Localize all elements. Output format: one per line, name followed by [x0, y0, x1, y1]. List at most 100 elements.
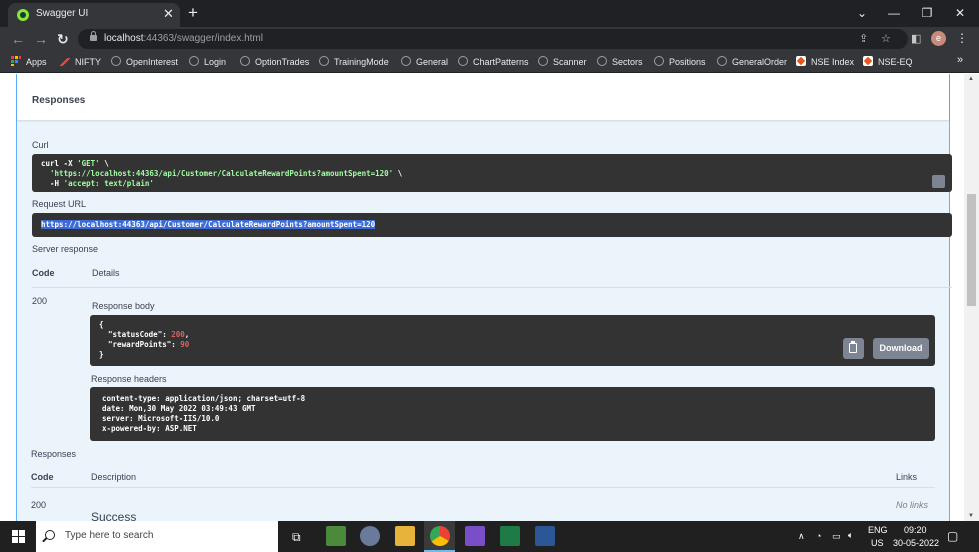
- url-text[interactable]: localhost:44363/swagger/index.html: [104, 33, 263, 44]
- bookmark-positions[interactable]: Positions: [654, 55, 706, 69]
- globe-icon: [189, 56, 199, 66]
- bookmark-label: OptionTrades: [255, 57, 310, 67]
- copy-response-button[interactable]: [843, 338, 864, 359]
- back-arrow-icon[interactable]: ←: [11, 30, 25, 48]
- response-body-block[interactable]: { "statusCode": 200, "rewardPoints": 90 …: [90, 315, 935, 366]
- taskbar-search-placeholder: Type here to search: [65, 530, 154, 541]
- bookmark-star-icon[interactable]: ☆: [881, 31, 891, 47]
- request-url-block[interactable]: https://localhost:44363/api/Customer/Cal…: [32, 213, 952, 237]
- curl-text: curl -X: [41, 159, 78, 168]
- clipboard-icon: [849, 341, 857, 353]
- browser-tab-swagger[interactable]: Swagger UI ✕: [8, 3, 180, 27]
- tab-close-icon[interactable]: ✕: [163, 6, 174, 22]
- bookmark-nse-eq[interactable]: NSE-EQ: [863, 55, 913, 69]
- scroll-down-arrow-icon[interactable]: ▼: [968, 513, 974, 519]
- bookmark-general[interactable]: General: [401, 55, 448, 69]
- copy-to-clipboard-icon[interactable]: [932, 175, 945, 188]
- taskbar-chrome-icon[interactable]: [430, 526, 450, 546]
- bookmark-generalorder[interactable]: GeneralOrder: [717, 55, 787, 69]
- bookmark-label: OpenInterest: [126, 57, 179, 67]
- scrollbar-thumb[interactable]: [967, 194, 976, 306]
- close-window-icon[interactable]: ✕: [944, 2, 976, 24]
- taskbar-app-notepad-icon[interactable]: [326, 526, 346, 546]
- code-column-header: Code: [32, 268, 55, 278]
- bookmark-label: NSE-EQ: [878, 57, 913, 67]
- bookmark-openinterest[interactable]: OpenInterest: [111, 55, 178, 69]
- bookmark-scanner[interactable]: Scanner: [538, 55, 587, 69]
- taskbar-visual-studio-icon[interactable]: [465, 526, 485, 546]
- bookmark-chartpatterns[interactable]: ChartPatterns: [458, 55, 529, 69]
- response-body-label: Response body: [92, 301, 155, 311]
- bookmark-nse-index[interactable]: NSE Index: [796, 55, 854, 69]
- bookmark-label: GeneralOrder: [732, 57, 788, 67]
- notifications-icon[interactable]: ▢: [947, 529, 958, 543]
- profile-avatar[interactable]: e: [931, 31, 946, 46]
- share-icon[interactable]: ⇪: [859, 31, 868, 47]
- bookmark-apps[interactable]: Apps: [11, 55, 47, 69]
- curl-method: 'GET': [77, 159, 100, 168]
- forward-arrow-icon[interactable]: →: [34, 30, 48, 48]
- globe-icon: [717, 56, 727, 66]
- table-divider: [32, 287, 952, 288]
- bookmark-login[interactable]: Login: [189, 55, 226, 69]
- documented-responses-title: Responses: [31, 449, 77, 459]
- response-headers-block[interactable]: content-type: application/json; charset=…: [90, 387, 935, 441]
- doc-response-description: Success: [91, 510, 137, 521]
- bookmark-label: Login: [204, 57, 227, 67]
- tray-battery-icon[interactable]: ▭: [832, 531, 841, 542]
- bookmark-sectors[interactable]: Sectors: [597, 55, 643, 69]
- lock-icon[interactable]: [90, 31, 97, 41]
- apps-grid-icon: [11, 56, 21, 66]
- curl-command-block[interactable]: curl -X 'GET' \ 'https://localhost:44363…: [32, 154, 952, 192]
- reload-icon[interactable]: ↻: [57, 30, 69, 48]
- address-bar[interactable]: localhost:44363/swagger/index.html ⇪ ☆: [78, 29, 908, 49]
- globe-icon: [597, 56, 607, 66]
- browser-menu-icon[interactable]: ⋮: [956, 30, 968, 46]
- curl-continuation: \: [393, 169, 403, 178]
- bookmark-nifty[interactable]: NIFTY: [60, 55, 101, 69]
- page-scrollbar[interactable]: ▲ ▼: [964, 74, 979, 521]
- globe-icon: [538, 56, 548, 66]
- response-status-code: 200: [32, 296, 48, 306]
- json-brace: {: [99, 320, 104, 329]
- tray-language[interactable]: ENG: [868, 525, 888, 535]
- tray-volume-icon[interactable]: 🔈︎: [848, 530, 853, 541]
- bookmark-label: ChartPatterns: [473, 57, 529, 67]
- url-host: localhost: [104, 33, 144, 44]
- side-panel-icon[interactable]: ◧: [911, 31, 921, 47]
- tray-clock-date[interactable]: 30-05-2022: [893, 538, 939, 548]
- doc-description-column-header: Description: [91, 472, 137, 482]
- restore-window-icon[interactable]: ❐: [911, 2, 943, 24]
- tray-region[interactable]: US: [871, 538, 884, 548]
- new-tab-plus-icon[interactable]: +: [188, 4, 198, 22]
- browser-tab-strip: Swagger UI ✕ + ⌄ — ❐ ✕: [0, 0, 979, 27]
- taskbar-excel-icon[interactable]: [500, 526, 520, 546]
- tray-clock-time[interactable]: 09:20: [904, 525, 927, 535]
- taskbar-search-box[interactable]: Type here to search: [36, 521, 278, 552]
- response-header-line: content-type: application/json; charset=…: [102, 394, 306, 403]
- response-header-line: date: Mon,30 May 2022 03:49:43 GMT: [102, 404, 256, 413]
- tab-search-chevron-icon[interactable]: ⌄: [846, 2, 878, 24]
- tray-network-icon[interactable]: ◔: [816, 531, 821, 541]
- bookmarks-overflow-icon[interactable]: »: [957, 54, 963, 66]
- bookmark-trainingmode[interactable]: TrainingMode: [319, 55, 389, 69]
- response-headers-label: Response headers: [91, 374, 167, 384]
- tab-title: Swagger UI: [36, 8, 89, 19]
- windows-start-icon[interactable]: [12, 530, 25, 543]
- bookmark-label: Positions: [669, 57, 706, 67]
- scroll-up-arrow-icon[interactable]: ▲: [968, 76, 974, 82]
- taskbar-app-paint-icon[interactable]: [360, 526, 380, 546]
- taskbar-file-explorer-icon[interactable]: [395, 526, 415, 546]
- tray-overflow-chevron-icon[interactable]: ∧: [798, 531, 805, 542]
- nse-logo-icon: [863, 56, 873, 66]
- bookmark-optiontrades[interactable]: OptionTrades: [240, 55, 309, 69]
- task-view-icon[interactable]: ⧉: [292, 530, 301, 545]
- curl-continuation: \: [99, 159, 109, 168]
- curl-url: 'https://localhost:44363/api/Customer/Ca…: [50, 169, 394, 178]
- curl-text: -H: [50, 179, 64, 188]
- taskbar-app-icon[interactable]: [535, 526, 555, 546]
- minimize-window-icon[interactable]: —: [878, 2, 910, 24]
- globe-icon: [240, 56, 250, 66]
- swagger-favicon-icon: [17, 9, 29, 21]
- download-button[interactable]: Download: [873, 338, 929, 359]
